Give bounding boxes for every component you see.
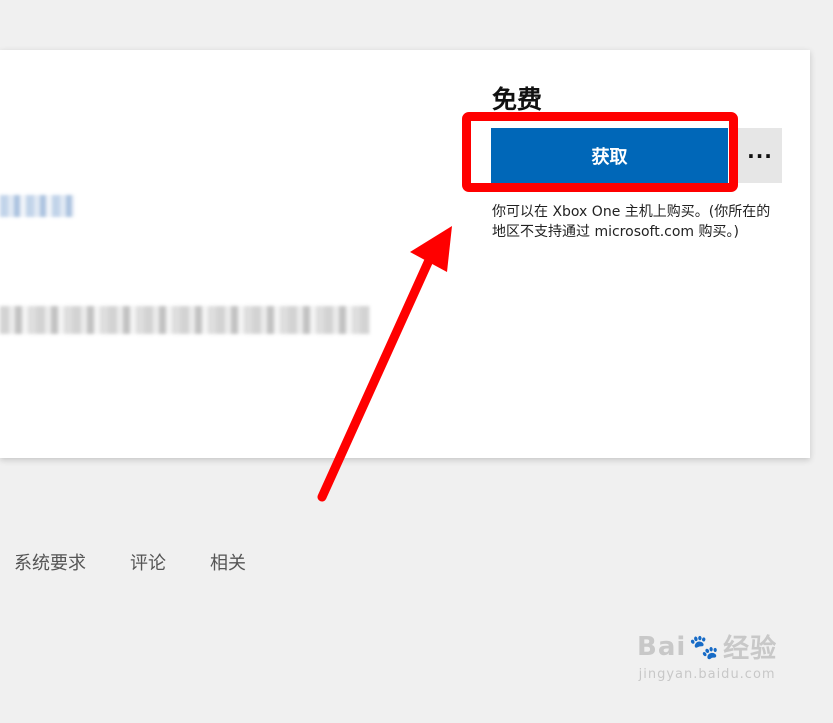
red-arrow-annotation bbox=[317, 226, 452, 502]
watermark-url: jingyan.baidu.com bbox=[638, 667, 776, 682]
paw-icon: 🐾 bbox=[689, 632, 721, 661]
tab-reviews[interactable]: 评论 bbox=[130, 549, 166, 575]
watermark-text-2: 经验 bbox=[723, 634, 778, 664]
baidu-watermark: Bai 🐾 经验 jingyan.baidu.com bbox=[637, 628, 778, 683]
watermark-text: Bai bbox=[637, 631, 687, 662]
tab-related[interactable]: 相关 bbox=[210, 549, 246, 575]
tab-system-requirements[interactable]: 系统要求 bbox=[14, 549, 86, 575]
tab-bar: 系统要求 评论 相关 bbox=[14, 549, 246, 575]
